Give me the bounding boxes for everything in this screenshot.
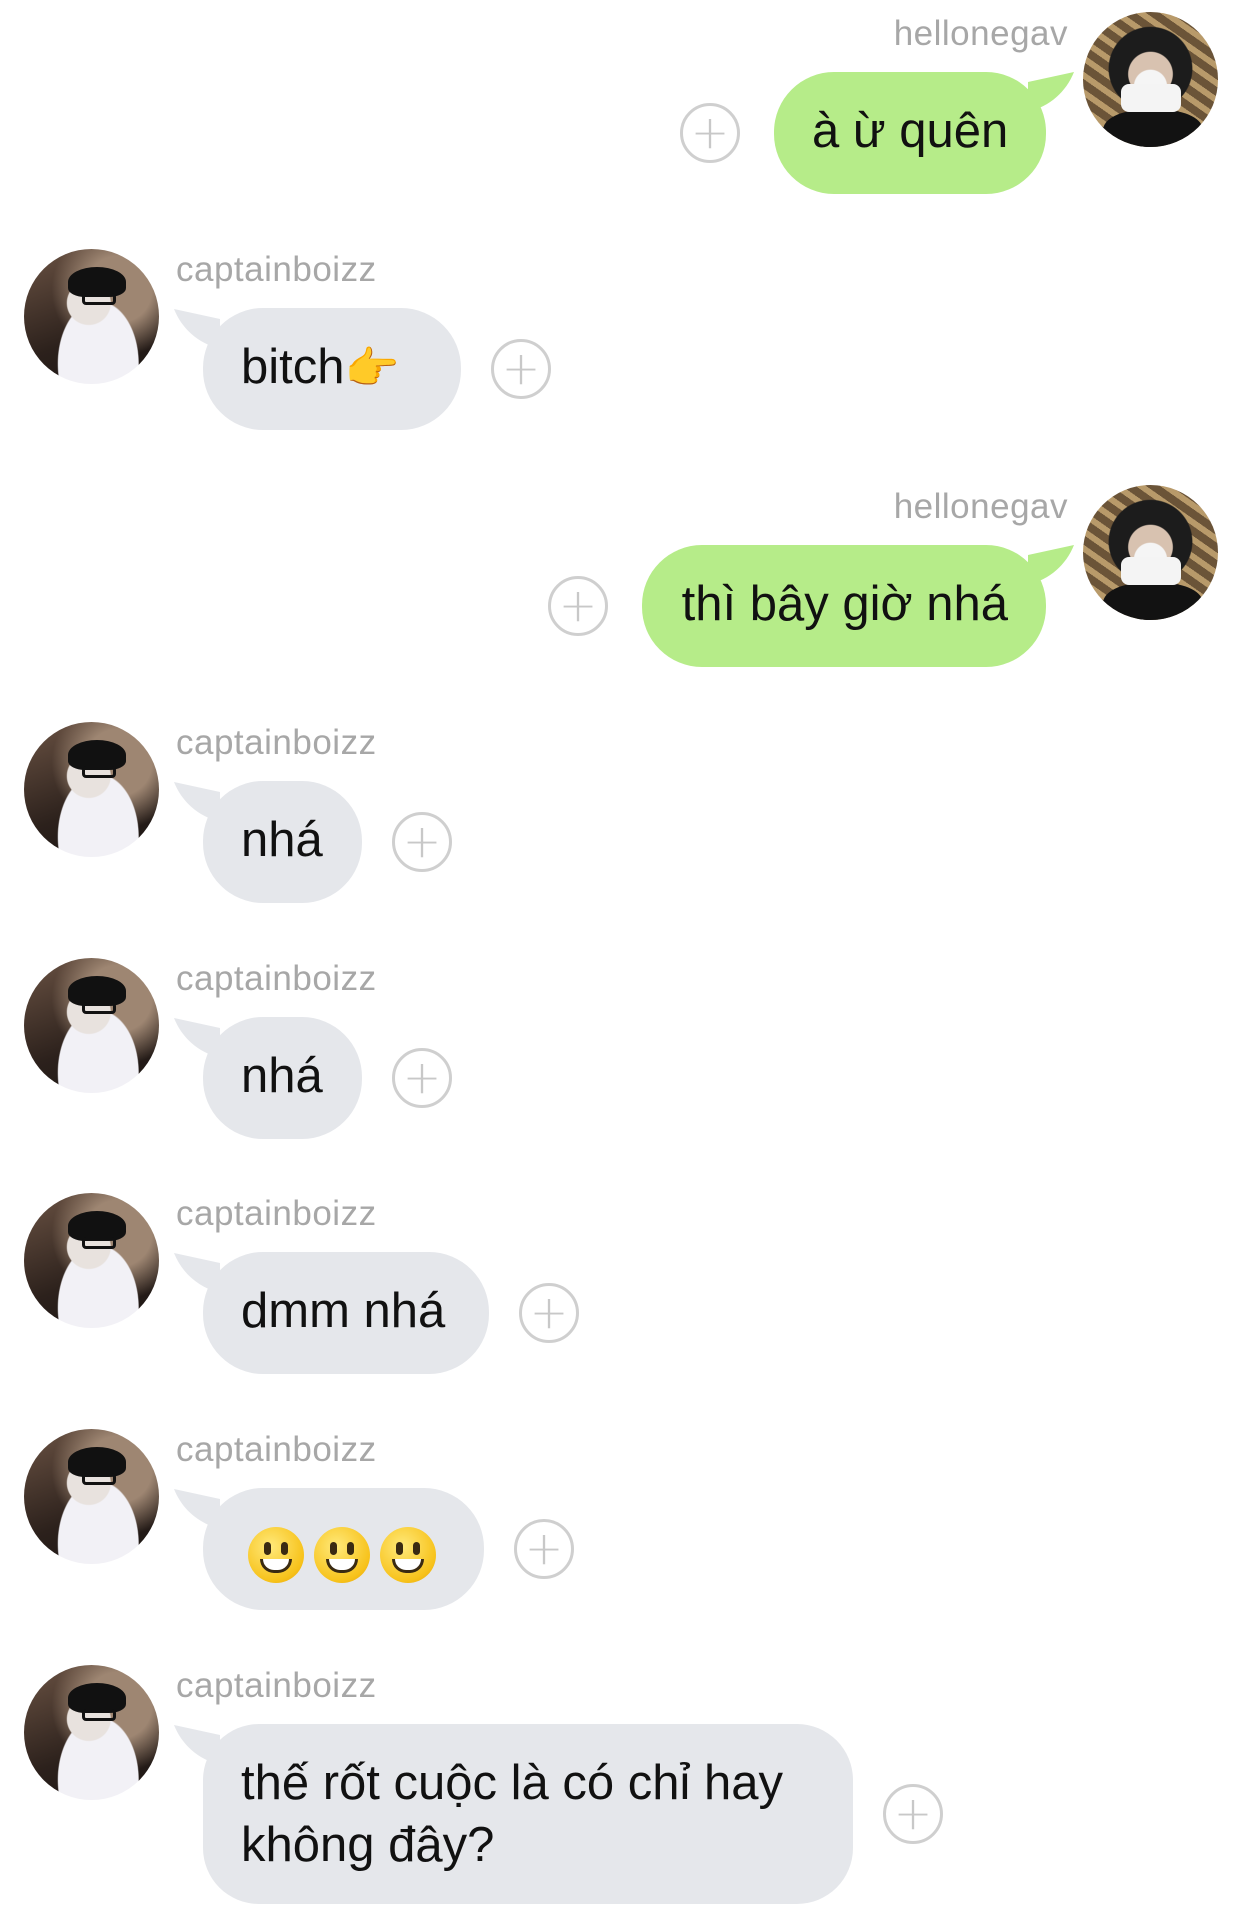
smiley-face-icon (248, 1527, 304, 1584)
message-row: captainboizz bitch👉 + (0, 236, 1242, 436)
message-bubble[interactable]: thế rốt cuộc là có chỉ hay không đây? (203, 1724, 853, 1904)
plus-circle-icon[interactable]: + (392, 812, 452, 872)
message-text-line: không đây? (241, 1818, 495, 1872)
message-text: à ừ quên (812, 104, 1009, 158)
avatar[interactable] (24, 249, 159, 384)
message-row: captainboizz nhá + (0, 945, 1242, 1145)
message-row: captainboizz dmm nhá + (0, 1180, 1242, 1380)
message-bubble[interactable] (203, 1488, 484, 1610)
sender-name: captainboizz (176, 723, 377, 762)
sender-name: captainboizz (176, 1666, 377, 1705)
message-row: hellonegav à ừ quên + (0, 0, 1242, 200)
message-text-line: thế rốt cuộc là có chỉ hay (241, 1756, 784, 1810)
message-row: captainboizz + (0, 1416, 1242, 1616)
smiley-face-icon (314, 1527, 370, 1584)
plus-circle-icon[interactable]: + (548, 576, 608, 636)
message-bubble[interactable]: à ừ quên (774, 72, 1046, 194)
message-bubble[interactable]: nhá (203, 1017, 362, 1139)
message-row: hellonegav thì bây giờ nhá + (0, 473, 1242, 673)
avatar[interactable] (1083, 12, 1218, 147)
avatar[interactable] (24, 958, 159, 1093)
message-bubble[interactable]: dmm nhá (203, 1252, 489, 1374)
avatar[interactable] (24, 1429, 159, 1564)
message-bubble[interactable]: bitch👉 (203, 308, 461, 430)
sender-name: captainboizz (176, 959, 377, 998)
message-bubble[interactable]: nhá (203, 781, 362, 903)
avatar[interactable] (1083, 485, 1218, 620)
pointing-hand-icon: 👉 (344, 344, 400, 393)
sender-name: captainboizz (176, 1194, 377, 1233)
message-bubble[interactable]: thì bây giờ nhá (642, 545, 1046, 667)
sender-name: hellonegav (893, 14, 1068, 53)
message-row: captainboizz nhá + (0, 709, 1242, 909)
smiley-face-icon (380, 1527, 436, 1584)
sender-name: captainboizz (176, 1430, 377, 1469)
message-text: nhá (241, 813, 323, 867)
plus-circle-icon[interactable]: + (519, 1283, 579, 1343)
message-row: captainboizz thế rốt cuộc là có chỉ hay … (0, 1652, 1242, 1916)
avatar[interactable] (24, 1665, 159, 1800)
plus-circle-icon[interactable]: + (392, 1048, 452, 1108)
message-text: bitch (241, 340, 345, 394)
plus-circle-icon[interactable]: + (514, 1519, 574, 1579)
message-text: dmm nhá (241, 1284, 446, 1338)
sender-name: hellonegav (893, 487, 1068, 526)
message-text: thì bây giờ nhá (681, 577, 1008, 631)
sender-name: captainboizz (176, 250, 377, 289)
message-text: nhá (241, 1049, 323, 1103)
avatar[interactable] (24, 722, 159, 857)
avatar[interactable] (24, 1193, 159, 1328)
plus-circle-icon[interactable]: + (491, 339, 551, 399)
plus-circle-icon[interactable]: + (680, 103, 740, 163)
plus-circle-icon[interactable]: + (883, 1784, 943, 1844)
